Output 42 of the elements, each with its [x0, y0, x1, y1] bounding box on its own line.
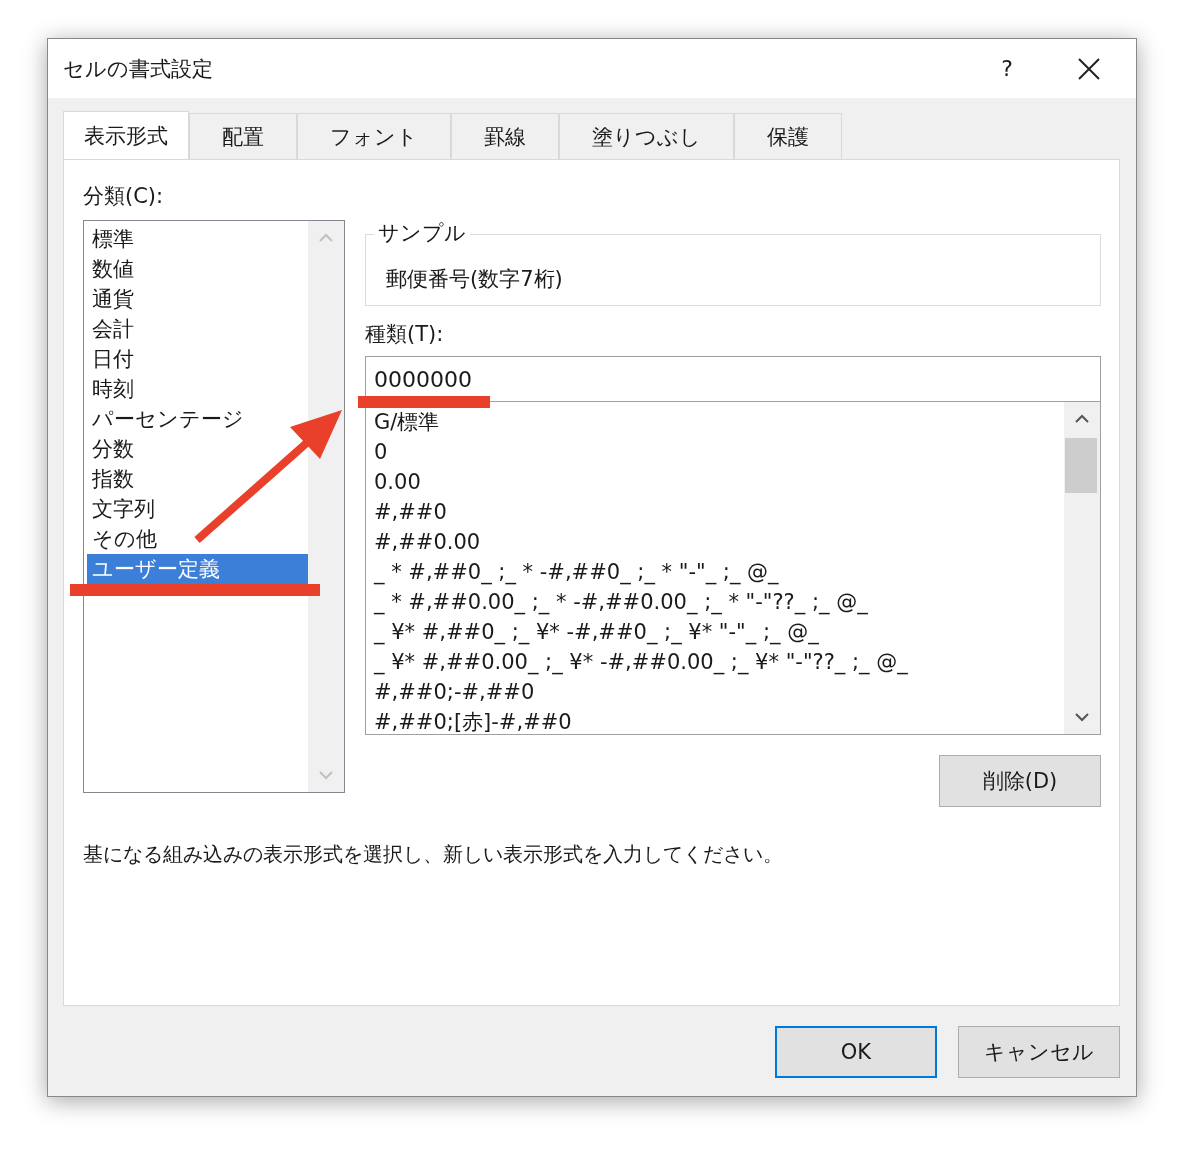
category-item[interactable]: ユーザー定義 — [87, 554, 308, 584]
format-item[interactable]: _ * #,##0_ ;_ * -#,##0_ ;_ * "-"_ ;_ @_ — [374, 557, 1064, 587]
category-item[interactable]: パーセンテージ — [87, 404, 248, 434]
ok-button[interactable]: OK — [775, 1026, 937, 1078]
format-item[interactable]: #,##0.00 — [374, 527, 1064, 557]
close-icon[interactable] — [1077, 56, 1101, 81]
tab[interactable]: 塗りつぶし — [559, 113, 734, 159]
type-input-field[interactable]: 0000000 — [365, 356, 1101, 402]
format-item[interactable]: _ ¥* #,##0.00_ ;_ ¥* -#,##0.00_ ;_ ¥* "-"??_ ;_ @_ — [374, 647, 1064, 677]
category-item[interactable]: 分数 — [87, 434, 138, 464]
window-title: セルの書式設定 — [63, 55, 214, 83]
category-label: 分類(C): — [83, 183, 165, 210]
format-item[interactable]: G/標準 — [374, 407, 1064, 437]
tab[interactable]: 配置 — [189, 113, 297, 159]
category-item[interactable]: 文字列 — [87, 494, 159, 524]
scroll-thumb[interactable] — [1065, 438, 1097, 493]
sample-value: 郵便番号(数字7桁) — [386, 267, 563, 291]
tab[interactable]: 保護 — [734, 113, 842, 159]
category-item[interactable]: 数値 — [87, 254, 138, 284]
category-item[interactable]: 通貨 — [87, 284, 138, 314]
format-item[interactable]: 0 — [374, 437, 1064, 467]
category-item[interactable]: 指数 — [87, 464, 138, 494]
category-item[interactable]: 会計 — [87, 314, 138, 344]
description-text: 基になる組み込みの表示形式を選択し、新しい表示形式を入力してください。 — [83, 841, 784, 868]
category-item[interactable]: 標準 — [87, 224, 138, 254]
tab[interactable]: 表示形式 — [63, 111, 189, 159]
scrollbar[interactable] — [1064, 402, 1100, 734]
delete-button[interactable]: 削除(D) — [939, 755, 1101, 807]
format-item[interactable]: #,##0;-#,##0 — [374, 677, 1064, 707]
type-label: 種類(T): — [365, 321, 445, 348]
format-item[interactable]: #,##0;[赤]-#,##0 — [374, 707, 1064, 734]
format-item[interactable]: #,##0 — [374, 497, 1064, 527]
category-item[interactable]: 時刻 — [87, 374, 138, 404]
format-item[interactable]: _ * #,##0.00_ ;_ * -#,##0.00_ ;_ * "-"??_ ;_ @_ — [374, 587, 1064, 617]
cancel-button[interactable]: キャンセル — [958, 1026, 1120, 1078]
category-item[interactable]: その他 — [87, 524, 161, 554]
format-item[interactable]: 0.00 — [374, 467, 1064, 497]
category-item[interactable]: 日付 — [87, 344, 138, 374]
tab[interactable]: 罫線 — [451, 113, 559, 159]
format-item[interactable]: _ ¥* #,##0_ ;_ ¥* -#,##0_ ;_ ¥* "-"_ ;_ @_ — [374, 617, 1064, 647]
help-button[interactable]: ? — [987, 55, 1027, 82]
tab[interactable]: フォント — [297, 113, 451, 159]
